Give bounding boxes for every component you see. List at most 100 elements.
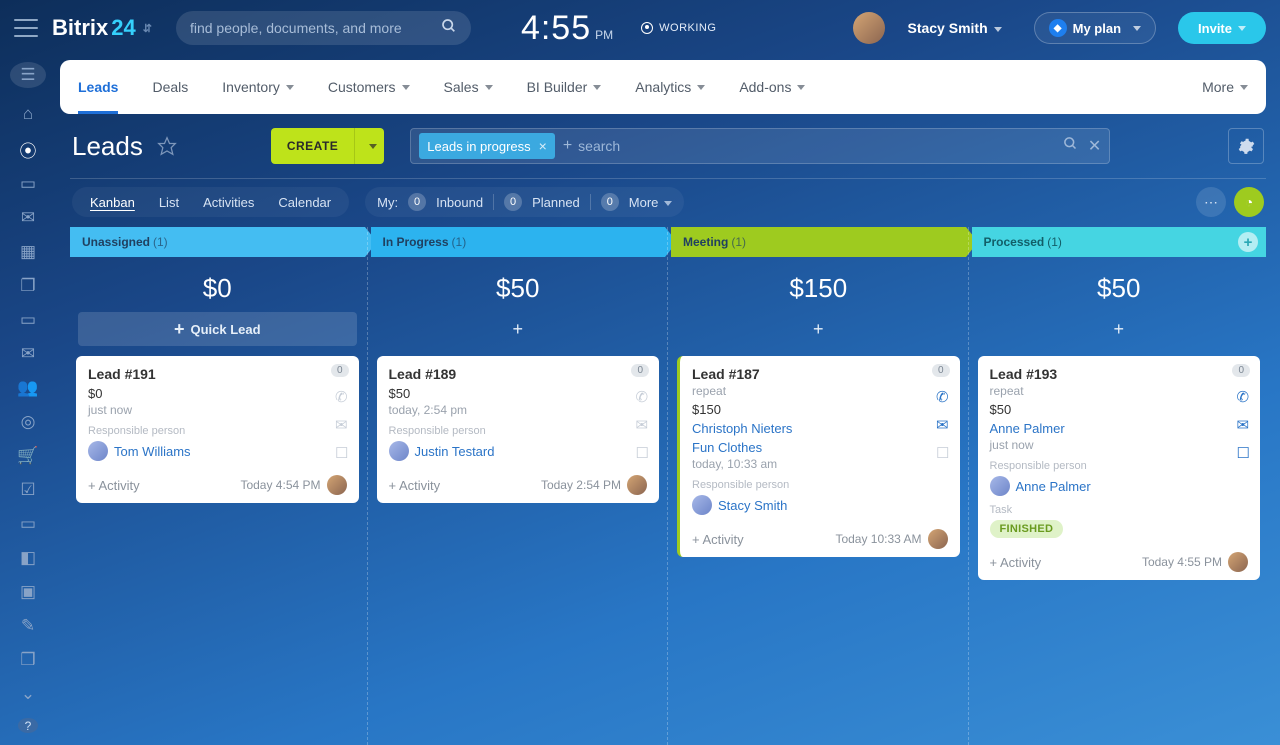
responsible-person[interactable]: Stacy Smith: [692, 495, 948, 515]
create-button[interactable]: CREATE: [271, 128, 384, 164]
working-status[interactable]: WORKING: [641, 22, 716, 34]
tab-more[interactable]: More: [1202, 60, 1248, 114]
rail-mail-icon[interactable]: ✉: [15, 344, 41, 364]
rail-card-icon[interactable]: ▭: [15, 310, 41, 330]
mail-icon[interactable]: ✉: [636, 416, 649, 434]
chip-remove-icon[interactable]: ×: [539, 138, 547, 154]
lead-card[interactable]: 0 Lead #193 repeat $50 Anne Palmer just …: [978, 356, 1261, 580]
chat-icon[interactable]: ☐: [335, 444, 348, 462]
responsible-person[interactable]: Anne Palmer: [990, 476, 1249, 496]
inbound-label[interactable]: Inbound: [436, 195, 483, 210]
phone-icon[interactable]: ✆: [936, 388, 949, 406]
stage-header[interactable]: Processed (1) +: [972, 227, 1267, 257]
phone-icon[interactable]: ✆: [1237, 388, 1250, 406]
lead-card[interactable]: 0 Lead #187 repeat $150 Christoph Nieter…: [677, 356, 960, 557]
lead-card[interactable]: 0 Lead #191 $0 just now Responsible pers…: [76, 356, 359, 503]
invite-button[interactable]: Invite: [1178, 12, 1266, 44]
brand-caret-icon[interactable]: ⇵: [143, 22, 152, 35]
tab-inventory[interactable]: Inventory: [222, 60, 294, 114]
rail-people-icon[interactable]: 👥: [15, 378, 41, 398]
status-badge: FINISHED: [990, 520, 1064, 538]
tab-leads[interactable]: Leads: [78, 60, 118, 114]
brand-logo[interactable]: Bitrix24 ⇵: [52, 15, 152, 41]
contact-link[interactable]: Christoph Nieters: [692, 421, 948, 436]
rail-present-icon[interactable]: ▣: [15, 582, 41, 602]
rail-check-icon[interactable]: ☑: [15, 480, 41, 500]
rail-chat-icon[interactable]: ✉: [15, 208, 41, 228]
search-input[interactable]: [190, 20, 441, 36]
phone-icon[interactable]: ✆: [335, 388, 348, 406]
mail-icon[interactable]: ✉: [1237, 416, 1250, 434]
view-activities[interactable]: Activities: [191, 191, 266, 214]
add-card-button[interactable]: +: [671, 312, 966, 346]
tab-bi-builder[interactable]: BI Builder: [527, 60, 602, 114]
rail-box-icon[interactable]: ❒: [15, 650, 41, 670]
stage-header[interactable]: Meeting (1): [671, 227, 966, 257]
add-activity[interactable]: + Activity: [389, 478, 441, 493]
rail-doc-icon[interactable]: ▭: [15, 174, 41, 194]
star-icon[interactable]: [157, 136, 177, 156]
filter-add-icon[interactable]: +: [563, 137, 572, 155]
my-plan-button[interactable]: ◆ My plan: [1034, 12, 1156, 44]
company-link[interactable]: Fun Clothes: [692, 440, 948, 455]
rail-file-icon[interactable]: ❐: [15, 276, 41, 296]
lead-card[interactable]: 0 Lead #189 $50 today, 2:54 pm Responsib…: [377, 356, 660, 503]
rail-sign-icon[interactable]: ✎: [15, 616, 41, 636]
search-icon[interactable]: [441, 18, 457, 39]
my-label: My:: [377, 195, 398, 210]
more-options-button[interactable]: ⋯: [1196, 187, 1226, 217]
planned-label[interactable]: Planned: [532, 195, 580, 210]
help-icon[interactable]: ?: [18, 718, 38, 733]
rail-android-icon[interactable]: ◧: [15, 548, 41, 568]
view-kanban[interactable]: Kanban: [78, 191, 147, 214]
add-activity[interactable]: + Activity: [88, 478, 140, 493]
card-footer-meta: Today 10:33 AM: [835, 529, 947, 549]
stage-header[interactable]: In Progress (1): [371, 227, 666, 257]
filter-chip[interactable]: Leads in progress ×: [419, 133, 555, 159]
add-card-button[interactable]: +: [972, 312, 1267, 346]
rail-target-icon[interactable]: ◎: [15, 412, 41, 432]
tab-analytics[interactable]: Analytics: [635, 60, 705, 114]
user-avatar[interactable]: [853, 12, 885, 44]
my-more-label[interactable]: More: [629, 195, 673, 210]
filter-input[interactable]: [578, 138, 1053, 154]
user-menu[interactable]: Stacy Smith: [907, 20, 1001, 36]
mail-icon[interactable]: ✉: [335, 416, 348, 434]
contact-link[interactable]: Anne Palmer: [990, 421, 1249, 436]
rail-network-icon[interactable]: ⦿: [15, 138, 41, 160]
create-dropdown-icon[interactable]: [354, 128, 384, 164]
chat-icon[interactable]: ☐: [636, 444, 649, 462]
tab-addons[interactable]: Add-ons: [739, 60, 805, 114]
filter-bar[interactable]: Leads in progress × + ✕: [410, 128, 1110, 164]
add-activity[interactable]: + Activity: [692, 532, 744, 547]
responsible-person[interactable]: Tom Williams: [88, 441, 347, 461]
planned-count: 0: [504, 193, 522, 211]
view-calendar[interactable]: Calendar: [266, 191, 343, 214]
phone-icon[interactable]: ✆: [636, 388, 649, 406]
chat-icon[interactable]: ☐: [936, 444, 949, 462]
menu-icon[interactable]: [14, 19, 38, 37]
add-card-button[interactable]: +: [371, 312, 666, 346]
rail-filter-icon[interactable]: ☰: [10, 62, 46, 88]
rail-badge-icon[interactable]: ▭: [15, 514, 41, 534]
rail-calendar-icon[interactable]: ▦: [15, 242, 41, 262]
stage-header[interactable]: Unassigned (1): [70, 227, 365, 257]
tab-deals[interactable]: Deals: [152, 60, 188, 114]
rail-home-icon[interactable]: ⌂: [15, 104, 41, 124]
rail-more-icon[interactable]: ⌄: [15, 684, 41, 704]
responsible-person[interactable]: Justin Testard: [389, 441, 648, 461]
filter-search-icon[interactable]: [1063, 136, 1078, 156]
quick-lead-button[interactable]: +Quick Lead: [78, 312, 357, 346]
global-search[interactable]: [176, 11, 471, 45]
filter-clear-icon[interactable]: ✕: [1088, 136, 1101, 156]
tab-customers[interactable]: Customers: [328, 60, 410, 114]
add-activity[interactable]: + Activity: [990, 555, 1042, 570]
settings-button[interactable]: [1228, 128, 1264, 164]
tab-sales[interactable]: Sales: [444, 60, 493, 114]
add-stage-icon[interactable]: +: [1238, 232, 1258, 252]
chat-icon[interactable]: ☐: [1237, 444, 1250, 462]
mail-icon[interactable]: ✉: [936, 416, 949, 434]
view-list[interactable]: List: [147, 191, 191, 214]
rail-cart-icon[interactable]: 🛒: [15, 446, 41, 466]
robot-button[interactable]: ◔: [1234, 187, 1264, 217]
